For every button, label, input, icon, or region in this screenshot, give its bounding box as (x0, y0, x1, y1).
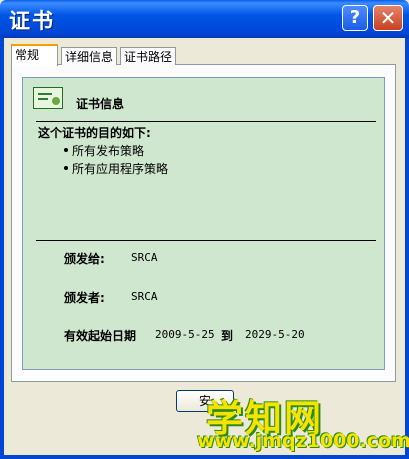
issued-to-label: 颁发给: (64, 252, 105, 266)
valid-to-date: 2029-5-20 (245, 328, 305, 341)
title-bar[interactable]: 证书 ? ✕ (0, 0, 409, 38)
separator-bottom (36, 240, 376, 241)
tab-general[interactable]: 常规 (11, 44, 58, 66)
cert-info-heading: 证书信息 (76, 97, 125, 111)
tab-path-label: 证书路径 (124, 50, 173, 64)
close-button[interactable]: ✕ (373, 5, 403, 31)
issued-to-value: SRCA (131, 251, 158, 264)
window-frame-left (0, 38, 4, 459)
close-icon: ✕ (379, 6, 397, 30)
help-icon: ? (349, 7, 361, 28)
help-button[interactable]: ? (342, 5, 368, 31)
bullet-icon (64, 166, 68, 170)
certificate-icon (33, 87, 63, 109)
watermark-url: www.jmqz1000.com (197, 430, 409, 452)
issued-by-value: SRCA (131, 290, 158, 303)
watermark-title: 学知网 (206, 397, 323, 440)
purpose-intro: 这个证书的目的如下: (38, 126, 151, 140)
tab-details[interactable]: 详细信息 (61, 47, 117, 65)
validity-to-label: 到 (221, 329, 234, 343)
certificate-dialog: 证书 ? ✕ 常规 详细信息 证书路径 证书信息 这个证书的目的如下: 所有发布… (0, 0, 409, 459)
separator-top (36, 121, 376, 122)
tab-general-label: 常规 (15, 48, 40, 62)
validity-label: 有效起始日期 (64, 329, 137, 343)
window-frame-bottom (0, 455, 409, 459)
tab-details-label: 详细信息 (65, 50, 114, 64)
purpose-item: 所有应用程序策略 (72, 162, 169, 176)
valid-from-date: 2009-5-25 (155, 328, 215, 341)
purpose-item: 所有发布策略 (72, 144, 145, 158)
bullet-icon (64, 148, 68, 152)
window-title: 证书 (9, 9, 55, 33)
tab-certification-path[interactable]: 证书路径 (120, 47, 176, 65)
issued-by-label: 颁发者: (64, 291, 105, 305)
